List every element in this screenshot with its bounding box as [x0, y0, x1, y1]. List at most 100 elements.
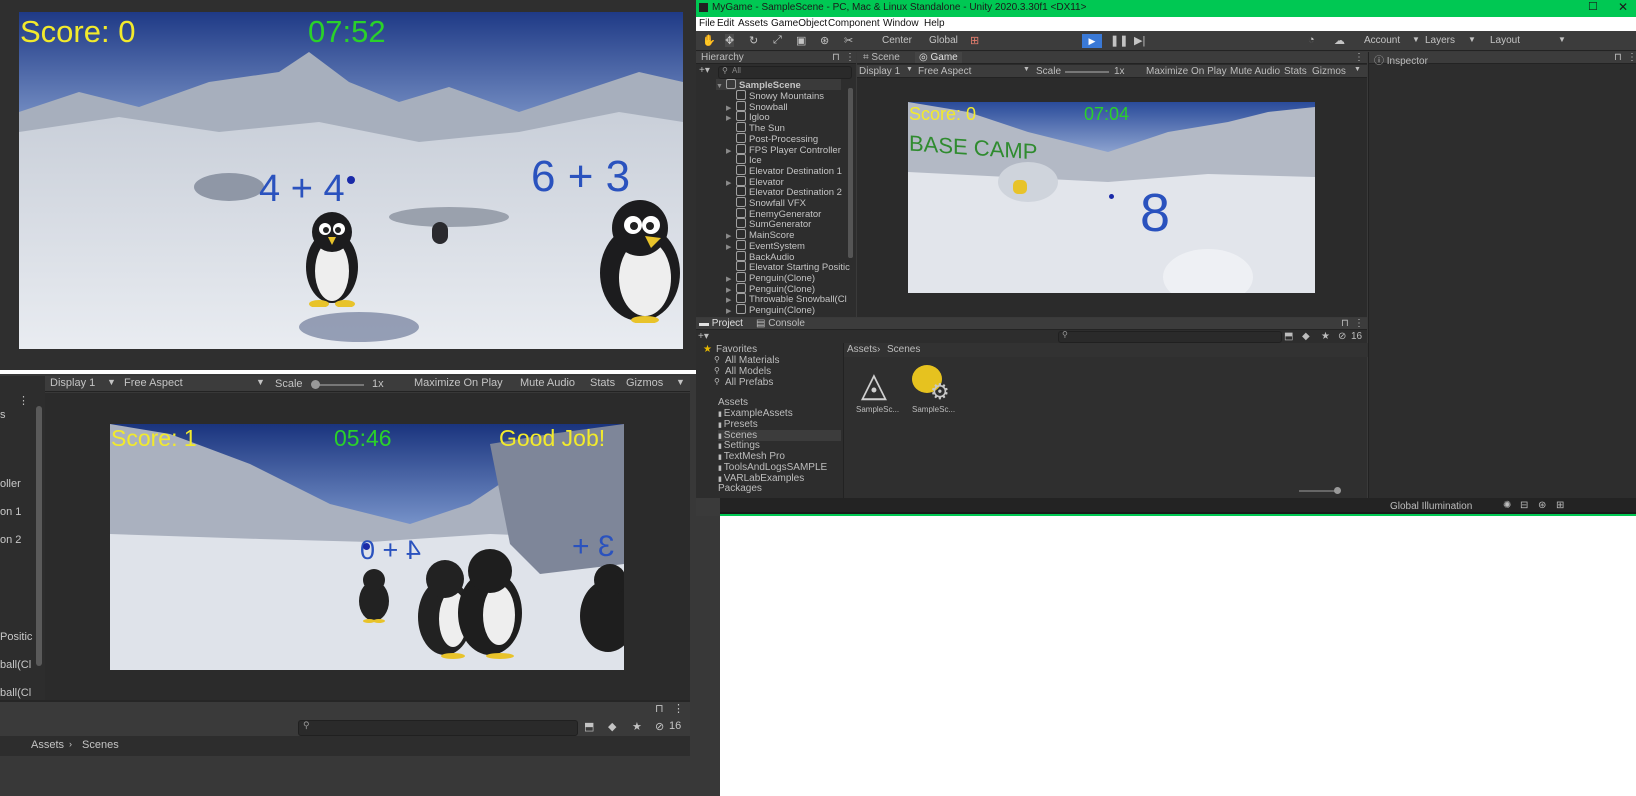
- lock-icon[interactable]: ⊓: [832, 52, 840, 63]
- menu-window[interactable]: Window: [883, 18, 919, 29]
- slider-handle[interactable]: [311, 380, 320, 389]
- hierarchy-item[interactable]: ▶ EventSystem: [726, 239, 805, 252]
- hand-tool-icon[interactable]: ✋: [702, 34, 716, 47]
- asset-folder-item[interactable]: ▮ ToolsAndLogsSAMPLE: [718, 462, 827, 473]
- lock-icon[interactable]: ⊓: [655, 702, 664, 715]
- menu-gameobject[interactable]: GameObject: [771, 18, 827, 29]
- chevron-down-icon[interactable]: ▼: [676, 377, 685, 387]
- hierarchy-item[interactable]: Snowfall VFX: [726, 197, 806, 209]
- scale-tool-icon[interactable]: ⤢: [773, 34, 782, 47]
- scene-root[interactable]: ▼ SampleScene: [716, 79, 841, 92]
- chevron-down-icon[interactable]: ▼: [1354, 66, 1361, 73]
- hierarchy-item[interactable]: ▶ Igloo: [726, 111, 770, 123]
- hierarchy-item[interactable]: ▶ Throwable Snowball(Cl: [726, 293, 847, 305]
- display-dropdown[interactable]: Display 1: [50, 377, 95, 389]
- global-toggle[interactable]: Global: [929, 35, 958, 46]
- chevron-down-icon[interactable]: ▼: [107, 377, 116, 387]
- step-button[interactable]: ▶|: [1134, 34, 1145, 47]
- hierarchy-item-fragment[interactable]: ball(Cl: [0, 659, 31, 671]
- menu-component[interactable]: Component: [828, 18, 880, 29]
- cloud-icon[interactable]: ☁: [1334, 34, 1345, 47]
- close-window-button[interactable]: ✕: [1618, 0, 1628, 14]
- filter-by-label-icon[interactable]: ◆: [608, 720, 616, 733]
- breadcrumb-item[interactable]: Assets: [847, 344, 877, 355]
- project-search-input[interactable]: ⚲: [1058, 330, 1282, 343]
- favorite-item[interactable]: All Models: [725, 366, 771, 377]
- gizmos-button[interactable]: Gizmos: [626, 377, 663, 389]
- hierarchy-item-fragment[interactable]: Positic: [0, 631, 32, 643]
- packages-header[interactable]: Packages: [718, 483, 762, 494]
- transform-tool-icon[interactable]: ⊛: [820, 34, 829, 47]
- hierarchy-item[interactable]: Elevator Destination 1: [726, 164, 842, 177]
- hierarchy-item[interactable]: ▶ Snowball: [726, 100, 788, 113]
- debug-icon[interactable]: ✺: [1503, 500, 1511, 511]
- file-name[interactable]: SampleSc...: [912, 405, 955, 414]
- scrollbar[interactable]: [36, 406, 42, 666]
- hierarchy-item[interactable]: Elevator Starting Positic: [726, 261, 850, 273]
- filter-by-type-icon[interactable]: ⬒: [1284, 331, 1293, 342]
- hierarchy-item[interactable]: Post-Processing: [726, 132, 818, 145]
- chevron-down-icon[interactable]: ▼: [256, 377, 265, 387]
- chevron-down-icon[interactable]: ▼: [1023, 66, 1030, 73]
- slider-handle[interactable]: [1334, 487, 1341, 494]
- file-name[interactable]: SampleSc...: [856, 405, 899, 414]
- tab-project[interactable]: ▬ Project: [699, 318, 743, 329]
- more-options-icon[interactable]: ⋮: [673, 702, 684, 715]
- tab-hierarchy[interactable]: Hierarchy: [701, 52, 744, 63]
- breadcrumb-item[interactable]: Scenes: [82, 739, 119, 751]
- mute-audio-button[interactable]: Mute Audio: [520, 377, 575, 389]
- add-button[interactable]: +▾: [699, 65, 710, 76]
- more-options-icon[interactable]: ⋮: [1354, 318, 1364, 329]
- tab-console[interactable]: ▤ Console: [756, 318, 805, 329]
- settings-icon[interactable]: ⊞: [1556, 500, 1564, 511]
- maximize-on-play-button[interactable]: Maximize On Play: [414, 377, 503, 389]
- hidden-packages-icon[interactable]: ⊘: [1338, 331, 1346, 342]
- hierarchy-item[interactable]: ▶ Penguin(Clone): [726, 282, 815, 295]
- zoom-slider[interactable]: [1299, 490, 1339, 492]
- hierarchy-item[interactable]: ▶ Penguin(Clone): [726, 271, 815, 284]
- asset-folder-item[interactable]: ▮ Settings: [718, 440, 760, 451]
- tab-scene[interactable]: ⌗ Scene: [863, 52, 900, 63]
- hierarchy-item[interactable]: SumGenerator: [726, 218, 811, 230]
- hierarchy-item-fragment[interactable]: on 1: [0, 506, 21, 518]
- stats-button[interactable]: Stats: [1284, 66, 1307, 77]
- chevron-down-icon[interactable]: ▼: [1468, 35, 1476, 44]
- pause-button[interactable]: ❚❚: [1110, 34, 1128, 47]
- scrollbar[interactable]: [848, 88, 853, 258]
- hierarchy-item-fragment[interactable]: s: [0, 409, 6, 421]
- menu-edit[interactable]: Edit: [717, 18, 734, 29]
- move-tool-icon[interactable]: ✥: [725, 34, 735, 47]
- aspect-dropdown[interactable]: Free Aspect: [124, 377, 183, 389]
- scale-slider[interactable]: [1065, 71, 1109, 73]
- asset-folder-item[interactable]: ▮ Presets: [718, 419, 758, 430]
- chevron-down-icon[interactable]: ▼: [1558, 35, 1566, 44]
- display-dropdown[interactable]: Display 1: [859, 66, 900, 77]
- chevron-down-icon[interactable]: ▼: [1412, 35, 1420, 44]
- more-options-icon[interactable]: ⋮: [1354, 52, 1364, 63]
- filter-by-label-icon[interactable]: ◆: [1302, 331, 1310, 342]
- chevron-down-icon[interactable]: ▼: [906, 66, 913, 73]
- layers-dropdown[interactable]: Layers: [1425, 35, 1455, 46]
- favorite-item[interactable]: All Prefabs: [725, 377, 773, 388]
- hierarchy-item[interactable]: ▶ MainScore: [726, 229, 794, 241]
- lock-icon[interactable]: ⊓: [1341, 318, 1349, 329]
- expand-arrow-icon[interactable]: ▼: [716, 81, 726, 92]
- snap-icon[interactable]: ⊞: [970, 34, 979, 47]
- lock-icon[interactable]: ⊓: [1614, 52, 1622, 63]
- hierarchy-item[interactable]: ▶ Elevator: [726, 175, 784, 188]
- settings-icon[interactable]: ⊛: [1538, 500, 1546, 511]
- tab-game[interactable]: ◎ Game: [915, 52, 962, 63]
- more-options-icon[interactable]: ⋮: [1627, 52, 1636, 63]
- asset-folder-item[interactable]: ▮ ExampleAssets: [718, 408, 793, 419]
- tab-inspector[interactable]: ⓘ Inspector: [1374, 52, 1428, 67]
- breadcrumb-item[interactable]: Assets: [31, 739, 64, 751]
- hierarchy-search-input[interactable]: ⚲ All: [718, 66, 852, 79]
- favorites-header[interactable]: Favorites: [716, 344, 757, 355]
- favorite-star-icon[interactable]: ★: [632, 720, 642, 733]
- rect-tool-icon[interactable]: ▣: [796, 34, 806, 47]
- layout-dropdown[interactable]: Layout: [1490, 35, 1520, 46]
- hierarchy-item[interactable]: Ice: [726, 154, 762, 166]
- hierarchy-item-fragment[interactable]: on 2: [0, 534, 21, 546]
- rotate-tool-icon[interactable]: ↻: [749, 34, 758, 47]
- more-options-icon[interactable]: ⋮: [845, 52, 855, 63]
